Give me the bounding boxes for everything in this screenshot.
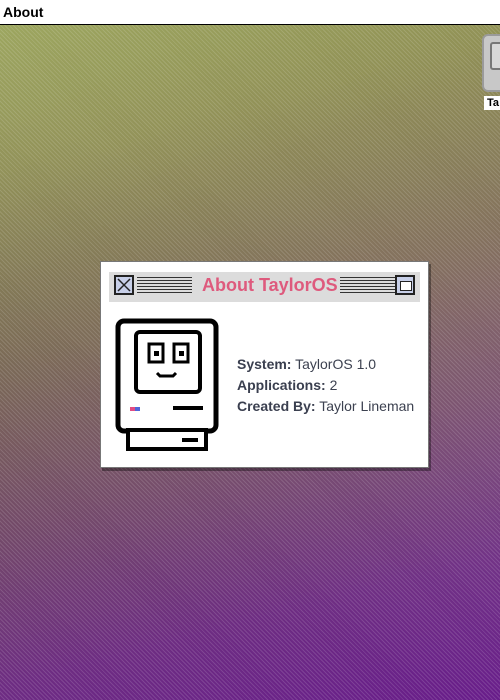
menu-title[interactable]: About (3, 4, 43, 20)
system-info: System: TaylorOS 1.0 Applications: 2 Cre… (237, 354, 414, 417)
info-value: Taylor Lineman (319, 398, 415, 414)
window-title: About TaylorOS (202, 275, 338, 295)
zoom-icon (400, 281, 412, 291)
info-row-system: System: TaylorOS 1.0 (237, 354, 414, 375)
info-label: Created By: (237, 398, 316, 414)
desktop-icon-label[interactable]: Ta (484, 96, 500, 110)
title-stripes-right (340, 277, 395, 294)
about-window: About TaylorOS System: TaylorOS 1.0 Appl… (100, 261, 429, 468)
title-stripes-left (137, 277, 192, 294)
info-row-created-by: Created By: Taylor Lineman (237, 396, 414, 417)
title-bar[interactable]: About TaylorOS (109, 272, 420, 302)
close-button[interactable] (114, 275, 134, 295)
info-label: Applications: (237, 377, 326, 393)
happy-mac-icon (115, 318, 219, 451)
info-row-applications: Applications: 2 (237, 375, 414, 396)
info-value: 2 (329, 377, 338, 393)
computer-icon[interactable] (482, 34, 500, 92)
menu-bar: About (0, 0, 500, 25)
info-value: TaylorOS 1.0 (295, 356, 377, 372)
zoom-button[interactable] (395, 275, 415, 295)
info-label: System: (237, 356, 292, 372)
desktop-icon[interactable]: Ta (482, 34, 500, 114)
close-icon (117, 278, 131, 292)
